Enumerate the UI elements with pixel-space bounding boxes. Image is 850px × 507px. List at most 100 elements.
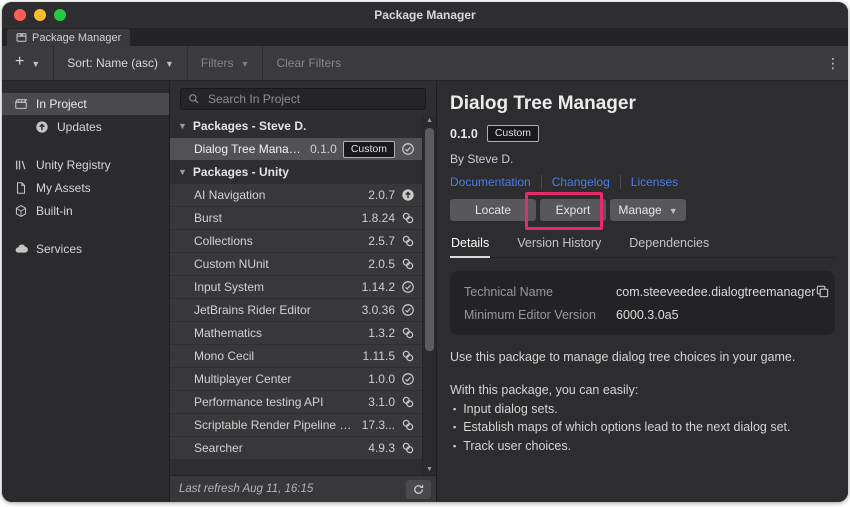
package-row[interactable]: Custom NUnit2.0.5 [170, 253, 422, 275]
sidebar-item-updates[interactable]: Updates [2, 116, 169, 138]
package-row[interactable]: Collections 2.5.7 [170, 230, 422, 252]
dependency-link-icon [401, 418, 415, 432]
package-list-panel: ▼Packages - Steve D. Dialog Tree Manager 0… [170, 81, 437, 502]
bullet-text: Track user choices. [463, 437, 571, 455]
package-row[interactable]: Burst1.8.24 [170, 207, 422, 229]
search-icon [188, 93, 200, 105]
manage-button[interactable]: Manage ▼ [610, 199, 686, 221]
package-author: By Steve D. [450, 152, 835, 166]
scroll-up-icon[interactable]: ▲ [423, 117, 436, 124]
package-row[interactable]: Multiplayer Center1.0.0 [170, 368, 422, 390]
bullet-text: Input dialog sets. [463, 400, 558, 418]
package-row[interactable]: AI Navigation2.0.7 [170, 184, 422, 206]
sidebar-item-label: Built-in [36, 204, 73, 218]
built-in-icon [14, 204, 28, 218]
description-lead: With this package, you can easily: [450, 381, 835, 399]
bullet-icon: ▪ [453, 400, 456, 418]
overflow-menu-button[interactable]: ⋮ [818, 55, 848, 72]
sort-button[interactable]: Sort: Name (asc) ▼ [54, 46, 188, 80]
zoom-window-button[interactable] [54, 9, 66, 21]
package-version: 0.1.0 [310, 142, 337, 156]
package-description: Use this package to manage dialog tree c… [450, 348, 835, 455]
dependency-link-icon [401, 211, 415, 225]
package-version: 1.11.5 [363, 349, 395, 363]
clear-filters-button[interactable]: Clear Filters [263, 46, 354, 80]
package-row[interactable]: Input System1.14.2 [170, 276, 422, 298]
sidebar-item-built-in[interactable]: Built-in [2, 200, 169, 222]
sort-label: Sort: Name (asc) [67, 56, 158, 70]
toolbar: + ▼ Sort: Name (asc) ▼ Filters ▼ Clear F… [2, 46, 848, 81]
package-group-header[interactable]: ▼Packages - Steve D. [170, 115, 422, 137]
in-project-icon [14, 97, 28, 111]
collapse-triangle-icon: ▼ [178, 121, 187, 131]
description-bullet: ▪Establish maps of which options lead to… [450, 418, 835, 436]
package-row[interactable]: Performance testing API 3.1.0 [170, 391, 422, 413]
package-group-header[interactable]: ▼Packages - Unity [170, 161, 422, 183]
refresh-button[interactable] [406, 480, 431, 499]
link-changelog[interactable]: Changelog [552, 175, 621, 189]
package-version: 2.0.7 [368, 188, 395, 202]
package-name: Performance testing API [194, 395, 360, 409]
sidebar-item-label: In Project [36, 97, 87, 111]
custom-tag-badge: Custom [343, 141, 395, 158]
dependency-link-icon [401, 441, 415, 455]
package-row[interactable]: Searcher4.9.3 [170, 437, 422, 459]
sidebar-item-unity-registry[interactable]: Unity Registry [2, 154, 169, 176]
close-window-button[interactable] [14, 9, 26, 21]
package-row[interactable]: Mono Cecil1.11.5 [170, 345, 422, 367]
dependency-link-icon [401, 257, 415, 271]
installed-check-icon [401, 303, 415, 317]
tab-package-manager[interactable]: Package Manager [7, 29, 130, 46]
locate-button[interactable]: Locate [450, 199, 536, 221]
chevron-down-icon: ▼ [165, 59, 174, 69]
description-bullet: ▪ Input dialog sets. [450, 400, 835, 418]
search-input[interactable] [206, 91, 418, 107]
package-row[interactable]: Mathematics1.3.2 [170, 322, 422, 344]
sidebar-item-in-project[interactable]: In Project [2, 93, 169, 115]
package-version: 3.0.36 [362, 303, 395, 317]
package-name: Multiplayer Center [194, 372, 360, 386]
copy-button[interactable] [815, 284, 830, 299]
package-row[interactable]: Scriptable Render Pipeline Core 17.3... [170, 414, 422, 436]
info-row: Technical Namecom.steeveedee.dialogtreem… [464, 284, 821, 299]
info-value: 6000.3.0a5 [616, 308, 679, 322]
package-version: 0.1.0 [450, 127, 478, 141]
sidebar: In Project Updates Unity Registry My Assets… [2, 81, 170, 502]
package-version: 17.3... [362, 418, 395, 432]
link-documentation[interactable]: Documentation [450, 175, 542, 189]
info-row: Minimum Editor Version6000.3.0a5 [464, 308, 821, 322]
scrollbar-thumb[interactable] [425, 128, 434, 351]
my-assets-icon [14, 181, 28, 195]
plus-icon: + [15, 54, 24, 70]
window-title: Package Manager [374, 8, 475, 22]
bullet-icon: ▪ [453, 437, 456, 455]
dependency-link-icon [401, 234, 415, 248]
description-bullet: ▪ Track user choices. [450, 437, 835, 455]
link-licenses[interactable]: Licenses [631, 175, 688, 189]
tab-details[interactable]: Details [450, 234, 490, 258]
package-name: Custom NUnit [194, 257, 360, 271]
add-package-button[interactable]: + ▼ [2, 46, 54, 80]
filters-button[interactable]: Filters ▼ [188, 46, 264, 80]
package-version: 3.1.0 [368, 395, 395, 409]
package-name: Dialog Tree Manager [194, 142, 302, 156]
version-row: 0.1.0 Custom [450, 125, 835, 142]
export-button[interactable]: Export [540, 199, 606, 221]
package-row[interactable]: JetBrains Rider Editor3.0.36 [170, 299, 422, 321]
list-scrollbar[interactable]: ▲ ▼ [422, 115, 436, 475]
sidebar-item-label: My Assets [36, 181, 91, 195]
scroll-down-icon[interactable]: ▼ [423, 466, 436, 473]
package-name: Collections [194, 234, 360, 248]
package-version: 2.5.7 [368, 234, 395, 248]
tab-dependencies[interactable]: Dependencies [628, 234, 710, 257]
window-controls [14, 9, 66, 21]
sidebar-item-services[interactable]: Services [2, 238, 169, 260]
sidebar-item-label: Updates [57, 120, 102, 134]
sidebar-item-my-assets[interactable]: My Assets [2, 177, 169, 199]
tab-version-history[interactable]: Version History [516, 234, 602, 257]
minimize-window-button[interactable] [34, 9, 46, 21]
package-version: 1.8.24 [362, 211, 395, 225]
package-row[interactable]: Dialog Tree Manager 0.1.0 Custom [170, 138, 422, 160]
manage-label: Manage [618, 203, 661, 217]
package-name: Scriptable Render Pipeline Core [194, 418, 354, 432]
